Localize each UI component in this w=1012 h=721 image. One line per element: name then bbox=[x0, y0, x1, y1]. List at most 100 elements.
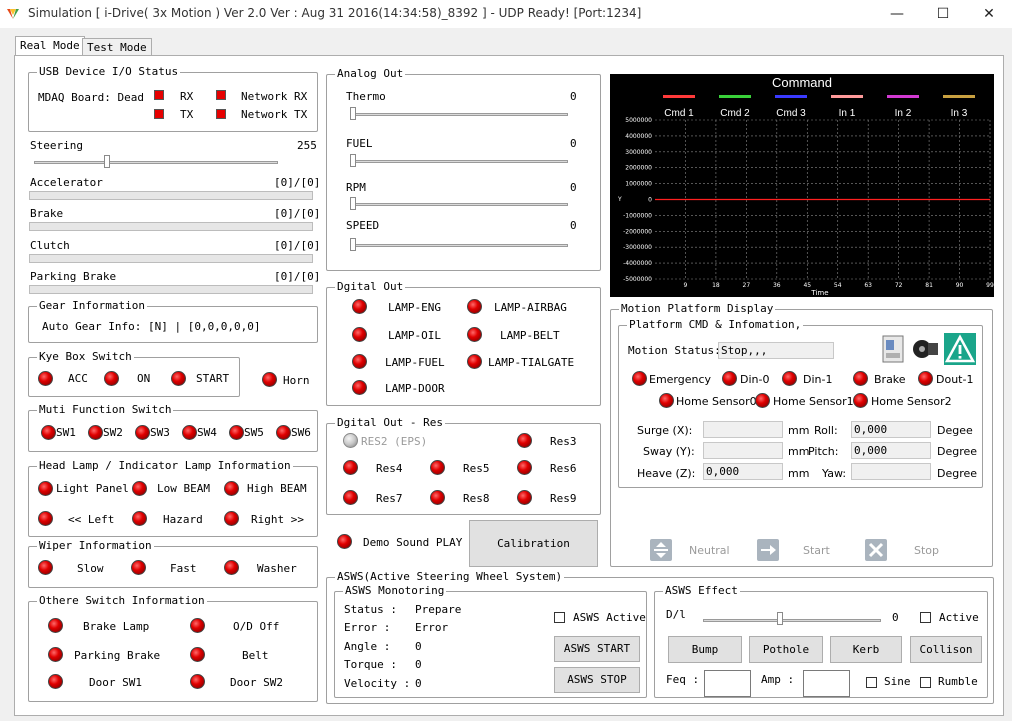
network-rx-label: Network RX bbox=[241, 90, 308, 103]
neutral-button-icon[interactable] bbox=[650, 539, 672, 561]
gear-info-text: Auto Gear Info: [N] | [0,0,0,0,0] bbox=[42, 320, 261, 333]
calibration-button[interactable]: Calibration bbox=[469, 520, 598, 567]
y-tick-label: 4000000 bbox=[625, 133, 652, 140]
x-tick-label: 27 bbox=[743, 282, 751, 289]
low-beam-label: Low BEAM bbox=[157, 482, 210, 495]
rpm-slider-thumb[interactable] bbox=[350, 197, 356, 210]
amp-input[interactable] bbox=[803, 670, 850, 697]
stop-button-icon[interactable] bbox=[865, 539, 887, 561]
left-indicator-label: << Left bbox=[68, 513, 115, 526]
lamp-eng-led-icon bbox=[352, 299, 367, 314]
yaw-unit: Degree bbox=[937, 467, 978, 480]
effect-active-checkbox[interactable] bbox=[920, 612, 931, 623]
effect-slider-track bbox=[703, 619, 881, 622]
minimize-button[interactable]: — bbox=[874, 0, 920, 28]
asws-error-value: Error bbox=[415, 621, 449, 634]
right-indicator-led-icon bbox=[224, 511, 239, 526]
parking-brake-switch-label: Parking Brake bbox=[74, 649, 161, 662]
asws-active-label[interactable]: ASWS Active bbox=[573, 611, 646, 624]
high-beam-label: High BEAM bbox=[247, 482, 307, 495]
fuel-slider-thumb[interactable] bbox=[350, 154, 356, 167]
gear-info-title: Gear Information bbox=[37, 299, 147, 313]
digital-out-title: Dgital Out bbox=[335, 280, 406, 294]
freq-input[interactable] bbox=[704, 670, 751, 697]
heave-unit: mm bbox=[788, 467, 810, 480]
on-label: ON bbox=[137, 372, 151, 385]
servo-drive-icon bbox=[880, 334, 908, 364]
emergency-label: Emergency bbox=[649, 373, 712, 386]
demo-sound-label[interactable]: Demo Sound PLAY bbox=[363, 536, 462, 549]
rumble-label[interactable]: Rumble bbox=[938, 675, 978, 688]
res2-eps-led-icon bbox=[343, 433, 358, 448]
asws-active-checkbox[interactable] bbox=[554, 612, 565, 623]
legend-label: In 3 bbox=[951, 108, 968, 119]
neutral-label[interactable]: Neutral bbox=[689, 544, 730, 557]
bump-button[interactable]: Bump bbox=[668, 636, 742, 663]
maximize-button[interactable]: ☐ bbox=[920, 0, 966, 28]
asws-stop-button[interactable]: ASWS STOP bbox=[554, 667, 640, 693]
mdaq-board-status: MDAQ Board: Dead bbox=[38, 91, 144, 104]
heave-label: Heave (Z): bbox=[637, 467, 696, 480]
network-rx-led-icon bbox=[216, 90, 226, 100]
tab-real-mode[interactable]: Real Mode bbox=[15, 36, 85, 56]
surge-unit: mm bbox=[788, 424, 810, 437]
chart-y-label: Y bbox=[617, 196, 622, 203]
start-button-icon[interactable] bbox=[757, 539, 779, 561]
x-tick-label: 45 bbox=[803, 282, 811, 289]
legend-swatch bbox=[663, 95, 695, 98]
rumble-checkbox[interactable] bbox=[920, 677, 931, 688]
surge-field bbox=[703, 421, 783, 438]
freq-label: Feq : bbox=[666, 673, 700, 686]
legend-swatch bbox=[943, 95, 975, 98]
brake-indicator-label: Brake bbox=[874, 373, 906, 386]
kerb-button[interactable]: Kerb bbox=[830, 636, 902, 663]
legend-label: Cmd 2 bbox=[720, 108, 750, 119]
collision-button[interactable]: Collison bbox=[910, 636, 982, 663]
x-tick-label: 90 bbox=[956, 282, 964, 289]
accelerator-bar bbox=[29, 191, 313, 200]
horn-label: Horn bbox=[283, 374, 310, 387]
speed-slider-thumb[interactable] bbox=[350, 238, 356, 251]
legend-label: In 1 bbox=[839, 108, 856, 119]
lamp-tailgate-label: LAMP-TIALGATE bbox=[488, 356, 575, 369]
res3-led-icon bbox=[517, 433, 532, 448]
asws-start-button[interactable]: ASWS START bbox=[554, 636, 640, 662]
pitch-unit: Degree bbox=[937, 445, 978, 458]
tab-test-mode[interactable]: Test Mode bbox=[82, 38, 152, 56]
res9-led-icon bbox=[517, 490, 532, 505]
effect-slider-thumb[interactable] bbox=[776, 612, 783, 625]
stop-label[interactable]: Stop bbox=[914, 544, 939, 557]
home-sensor0-led-icon bbox=[659, 393, 674, 408]
thermo-slider-thumb[interactable] bbox=[350, 107, 356, 120]
steering-slider-thumb[interactable] bbox=[104, 155, 111, 168]
other-switch-title: Othere Switch Information bbox=[37, 594, 207, 608]
door-sw1-led-icon bbox=[48, 674, 63, 689]
demo-sound-led-icon[interactable] bbox=[337, 534, 352, 549]
close-button[interactable]: ✕ bbox=[966, 0, 1012, 28]
asws-torque-label: Torque : bbox=[344, 658, 397, 671]
sw3-led-icon bbox=[135, 425, 150, 440]
start-label[interactable]: Start bbox=[803, 544, 830, 557]
left-indicator-led-icon bbox=[38, 511, 53, 526]
steering-slider-track bbox=[34, 161, 278, 164]
light-panel-label: Light Panel bbox=[56, 482, 129, 495]
pitch-label: Pitch: bbox=[808, 445, 839, 458]
lamp-belt-led-icon bbox=[467, 327, 482, 342]
parking-brake-label: Parking Brake bbox=[30, 270, 117, 283]
parking-brake-bar bbox=[29, 285, 313, 294]
heave-field: 0,000 bbox=[703, 463, 783, 480]
x-tick-label: 54 bbox=[834, 282, 842, 289]
sine-checkbox[interactable] bbox=[866, 677, 877, 688]
lamp-oil-led-icon bbox=[352, 327, 367, 342]
clutch-value: [0]/[0] bbox=[274, 239, 321, 252]
speed-label: SPEED bbox=[346, 219, 380, 232]
lamp-airbag-label: LAMP-AIRBAG bbox=[494, 301, 567, 314]
sway-field bbox=[703, 442, 783, 459]
sw1-led-icon bbox=[41, 425, 56, 440]
effect-active-label[interactable]: Active bbox=[939, 611, 979, 624]
pothole-button[interactable]: Pothole bbox=[749, 636, 823, 663]
sw6-label: SW6 bbox=[291, 426, 311, 439]
x-tick-label: 72 bbox=[895, 282, 903, 289]
sine-label[interactable]: Sine bbox=[884, 675, 911, 688]
effect-value: 0 bbox=[892, 611, 899, 624]
